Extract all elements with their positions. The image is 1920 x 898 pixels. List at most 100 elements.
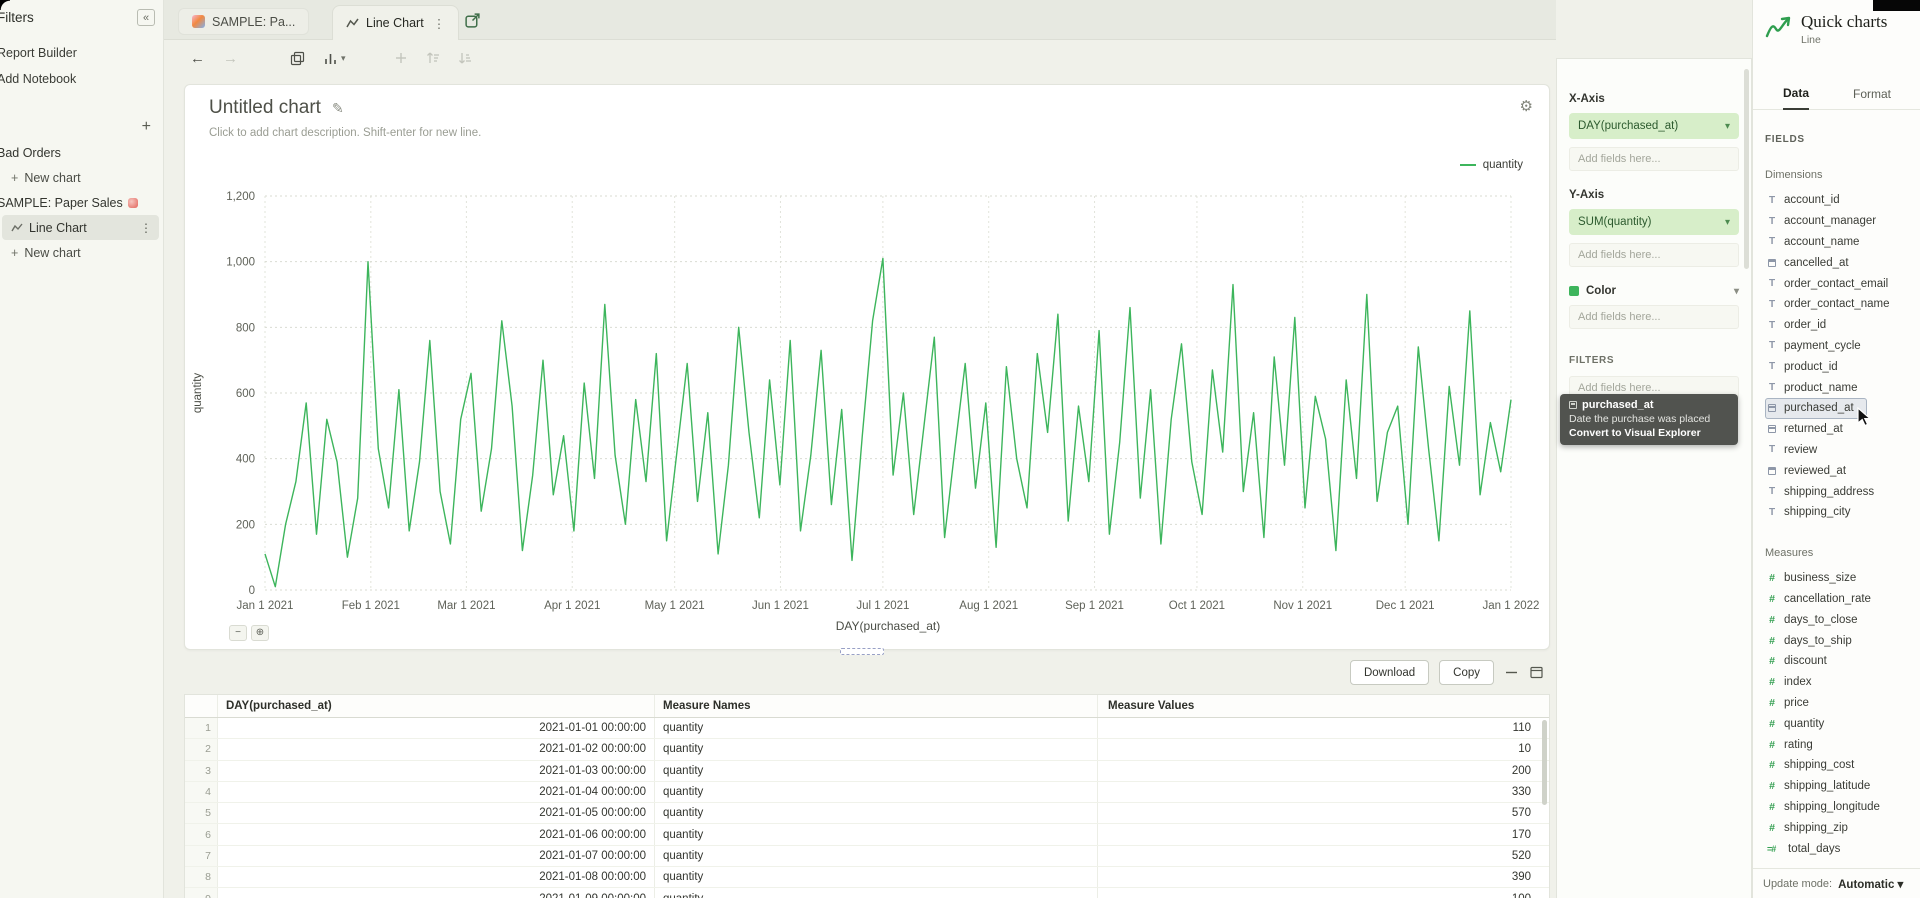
edit-title-icon[interactable]: ✎ <box>332 100 344 117</box>
table-row[interactable]: 2 2021-01-02 00:00:00 quantity 10 <box>185 739 1549 760</box>
update-mode-dropdown[interactable]: Automatic ▾ <box>1838 877 1903 891</box>
sort-ascending-icon[interactable] <box>426 51 440 65</box>
measure-field[interactable]: # =# shipping_cost <box>1765 755 1920 776</box>
zoom-out-button[interactable]: − <box>229 625 247 641</box>
table-row[interactable]: 3 2021-01-03 00:00:00 quantity 200 <box>185 761 1549 782</box>
measure-field[interactable]: # =# discount <box>1765 651 1920 672</box>
table-row[interactable]: 5 2021-01-05 00:00:00 quantity 570 <box>185 803 1549 824</box>
dimension-field[interactable]: T order_contact_name <box>1765 294 1920 315</box>
dimension-field[interactable]: T cancelled_at <box>1765 252 1920 273</box>
quick-charts-panel: Quick charts Line Data Format FIELDS Dim… <box>1752 0 1920 898</box>
dimension-field[interactable]: T review <box>1765 440 1920 461</box>
x-axis-dropzone[interactable]: Add fields here... <box>1569 147 1739 171</box>
chevron-down-icon[interactable]: ▾ <box>1734 286 1739 297</box>
tooltip-action[interactable]: Convert to Visual Explorer <box>1569 427 1729 439</box>
sort-descending-icon[interactable] <box>458 51 472 65</box>
measure-field[interactable]: # =# business_size <box>1765 568 1920 589</box>
sidebar-item[interactable]: + SAMPLE: Paper Sales ⋮ <box>2 190 159 215</box>
chevron-down-icon[interactable]: ▾ <box>1725 217 1730 228</box>
sidebar-item[interactable]: + Line Chart ⋮ <box>2 215 159 240</box>
notebook-icon <box>192 15 205 28</box>
update-mode-bar: Update mode: Automatic ▾ <box>1753 868 1920 898</box>
dimension-field[interactable]: T shipping_city <box>1765 502 1920 523</box>
measure-field[interactable]: # =# days_to_close <box>1765 609 1920 630</box>
sidebar-link-report-builder[interactable]: Report Builder <box>0 46 77 60</box>
crosshair-icon[interactable] <box>394 51 408 65</box>
dimension-field[interactable]: T order_id <box>1765 315 1920 336</box>
svg-text:Jun 1 2021: Jun 1 2021 <box>752 600 809 612</box>
sidebar-item[interactable]: + New chart ⋮ <box>2 165 159 190</box>
chart-title[interactable]: Untitled chart <box>209 97 321 119</box>
dimension-field[interactable]: T product_id <box>1765 356 1920 377</box>
color-section-header[interactable]: Color ▾ <box>1569 285 1739 297</box>
measure-field[interactable]: # =# total_days <box>1765 838 1920 859</box>
table-row[interactable]: 1 2021-01-01 00:00:00 quantity 110 <box>185 718 1549 739</box>
measure-field[interactable]: # =# index <box>1765 672 1920 693</box>
measure-field[interactable]: # =# cancellation_rate <box>1765 589 1920 610</box>
collapse-results-icon[interactable] <box>1504 665 1519 680</box>
dimension-field[interactable]: T shipping_address <box>1765 481 1920 502</box>
table-row[interactable]: 7 2021-01-07 00:00:00 quantity 520 <box>185 846 1549 867</box>
chart-settings-icon[interactable]: ⚙ <box>1520 97 1533 115</box>
measure-field[interactable]: # =# shipping_zip <box>1765 817 1920 838</box>
collapse-sidebar-icon[interactable]: « <box>137 9 155 26</box>
back-button[interactable]: ← <box>190 51 205 66</box>
chart-description-placeholder[interactable]: Click to add chart description. Shift-en… <box>209 127 481 139</box>
chevron-down-icon[interactable]: ▾ <box>1725 121 1730 132</box>
table-row[interactable]: 4 2021-01-04 00:00:00 quantity 330 <box>185 782 1549 803</box>
dimension-field[interactable]: T payment_cycle <box>1765 336 1920 357</box>
expand-results-icon[interactable] <box>1529 665 1544 680</box>
measure-field[interactable]: # =# shipping_longitude <box>1765 797 1920 818</box>
dimension-field[interactable]: T account_id <box>1765 190 1920 211</box>
dimension-field[interactable]: T account_manager <box>1765 211 1920 232</box>
text-type-icon: T <box>1767 340 1777 351</box>
sidebar-item[interactable]: + New chart ⋮ <box>2 240 159 265</box>
measure-field[interactable]: # =# price <box>1765 693 1920 714</box>
open-in-new-icon[interactable] <box>464 12 481 34</box>
table-row[interactable]: 6 2021-01-06 00:00:00 quantity 170 <box>185 824 1549 845</box>
tab-format[interactable]: Format <box>1853 87 1891 109</box>
table-row[interactable]: 8 2021-01-08 00:00:00 quantity 390 <box>185 867 1549 888</box>
text-type-icon: T <box>1767 195 1777 206</box>
y-axis-field-pill[interactable]: SUM(quantity) ▾ <box>1569 209 1739 235</box>
tab-data[interactable]: Data <box>1783 86 1809 110</box>
zoom-reset-button[interactable]: ⊕ <box>251 625 269 641</box>
measure-field[interactable]: # =# rating <box>1765 734 1920 755</box>
layers-icon[interactable] <box>290 51 305 66</box>
tab-kebab-icon[interactable]: ⋮ <box>433 16 446 31</box>
x-axis-field-pill[interactable]: DAY(purchased_at) ▾ <box>1569 113 1739 139</box>
dimension-field[interactable]: T purchased_at <box>1765 398 1867 419</box>
dimension-field[interactable]: T returned_at <box>1765 419 1920 440</box>
measure-field[interactable]: # =# days_to_ship <box>1765 630 1920 651</box>
column-header-date[interactable]: DAY(purchased_at) <box>218 695 655 717</box>
chart-type-dropdown[interactable]: ▾ <box>323 51 346 66</box>
sidebar-link-add-notebook[interactable]: Add Notebook <box>0 72 76 86</box>
dimension-field[interactable]: T account_name <box>1765 232 1920 253</box>
column-header-measure-values[interactable]: Measure Values <box>1098 695 1541 717</box>
line-chart-plot[interactable]: Jan 1 2021Feb 1 2021Mar 1 2021Apr 1 2021… <box>185 85 1551 651</box>
sidebar-item[interactable]: + Bad Orders ⋮ <box>2 140 159 165</box>
dimension-field[interactable]: T reviewed_at <box>1765 460 1920 481</box>
download-button[interactable]: Download <box>1350 660 1429 685</box>
kebab-menu-icon[interactable]: ⋮ <box>140 221 152 235</box>
color-dropzone[interactable]: Add fields here... <box>1569 305 1739 329</box>
measure-field[interactable]: # =# shipping_latitude <box>1765 776 1920 797</box>
y-axis-dropzone[interactable]: Add fields here... <box>1569 243 1739 267</box>
table-scrollbar[interactable] <box>1542 720 1547 805</box>
screen-corner-artifact <box>1873 0 1920 11</box>
dimension-field[interactable]: T product_name <box>1765 377 1920 398</box>
table-row[interactable]: 9 2021-01-09 00:00:00 quantity 100 <box>185 888 1549 898</box>
tab-sample-paper-sales[interactable]: SAMPLE: Pa... <box>178 8 309 35</box>
svg-text:Apr 1 2021: Apr 1 2021 <box>544 600 600 612</box>
forward-button[interactable]: → <box>223 51 238 66</box>
tab-bar: SAMPLE: Pa... Line Chart ⋮ <box>164 0 1556 40</box>
column-header-measure-names[interactable]: Measure Names <box>655 695 1098 717</box>
copy-button[interactable]: Copy <box>1439 660 1494 685</box>
config-scrollbar[interactable] <box>1744 69 1749 269</box>
add-project-button[interactable]: + <box>142 118 151 136</box>
dimension-field[interactable]: T order_contact_email <box>1765 273 1920 294</box>
tab-line-chart[interactable]: Line Chart ⋮ <box>332 5 459 40</box>
pane-resize-handle[interactable] <box>840 648 884 655</box>
panel-title: Quick charts <box>1801 12 1887 32</box>
measure-field[interactable]: # =# quantity <box>1765 713 1920 734</box>
